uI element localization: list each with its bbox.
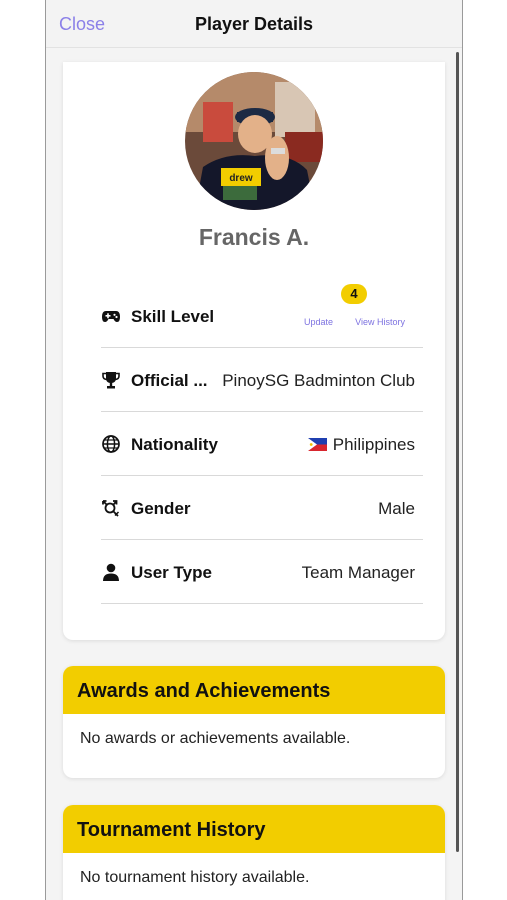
globe-icon bbox=[102, 435, 120, 453]
app-screen: Close Player Details drew Francis A. Ski… bbox=[45, 0, 463, 900]
nationality-label: Nationality bbox=[131, 435, 218, 454]
skill-level-label: Skill Level bbox=[131, 307, 215, 326]
avatar: drew bbox=[185, 72, 323, 210]
scrollbar[interactable] bbox=[456, 52, 459, 852]
update-skill-link[interactable]: Update bbox=[304, 317, 333, 327]
official-club-row: Official ... PinoySG Badminton Club bbox=[101, 348, 423, 412]
page-title: Player Details bbox=[194, 14, 314, 34]
nationality-row: Nationality Philippines bbox=[101, 412, 423, 476]
official-club-value: PinoySG Badminton Club bbox=[222, 371, 415, 390]
avatar-shirt-text: drew bbox=[229, 173, 253, 184]
user-type-row: User Type Team Manager bbox=[101, 540, 423, 604]
tournament-history-title: Tournament History bbox=[63, 805, 445, 853]
gender-label: Gender bbox=[131, 499, 191, 518]
nationality-value-group: Philippines bbox=[307, 435, 415, 455]
profile-card: drew Francis A. Skill Level 4 Update Vie… bbox=[63, 62, 445, 640]
awards-empty-text: No awards or achievements available. bbox=[80, 730, 351, 747]
awards-card: Awards and Achievements No awards or ach… bbox=[63, 666, 445, 778]
person-icon bbox=[103, 563, 119, 581]
skill-level-row: Skill Level 4 Update View History bbox=[101, 284, 423, 348]
user-type-label: User Type bbox=[131, 563, 212, 582]
trophy-icon bbox=[102, 372, 120, 389]
philippines-flag-icon bbox=[307, 438, 327, 451]
official-club-label: Official ... bbox=[131, 371, 208, 390]
gamepad-icon bbox=[102, 311, 120, 322]
awards-title: Awards and Achievements bbox=[63, 666, 445, 714]
view-history-link[interactable]: View History bbox=[355, 317, 405, 327]
gender-row: Gender Male bbox=[101, 476, 423, 540]
user-type-value: Team Manager bbox=[301, 563, 415, 582]
avatar-photo: drew bbox=[185, 72, 323, 210]
tournament-history-card: Tournament History No tournament history… bbox=[63, 805, 445, 900]
tournament-history-empty-text: No tournament history available. bbox=[80, 869, 310, 886]
nationality-value: Philippines bbox=[332, 435, 415, 454]
player-name: Francis A. bbox=[198, 224, 310, 250]
navigation-bar: Close Player Details bbox=[46, 0, 462, 48]
gender-value: Male bbox=[378, 499, 415, 518]
gender-icon bbox=[102, 500, 120, 517]
skill-level-badge: 4 bbox=[341, 284, 367, 304]
